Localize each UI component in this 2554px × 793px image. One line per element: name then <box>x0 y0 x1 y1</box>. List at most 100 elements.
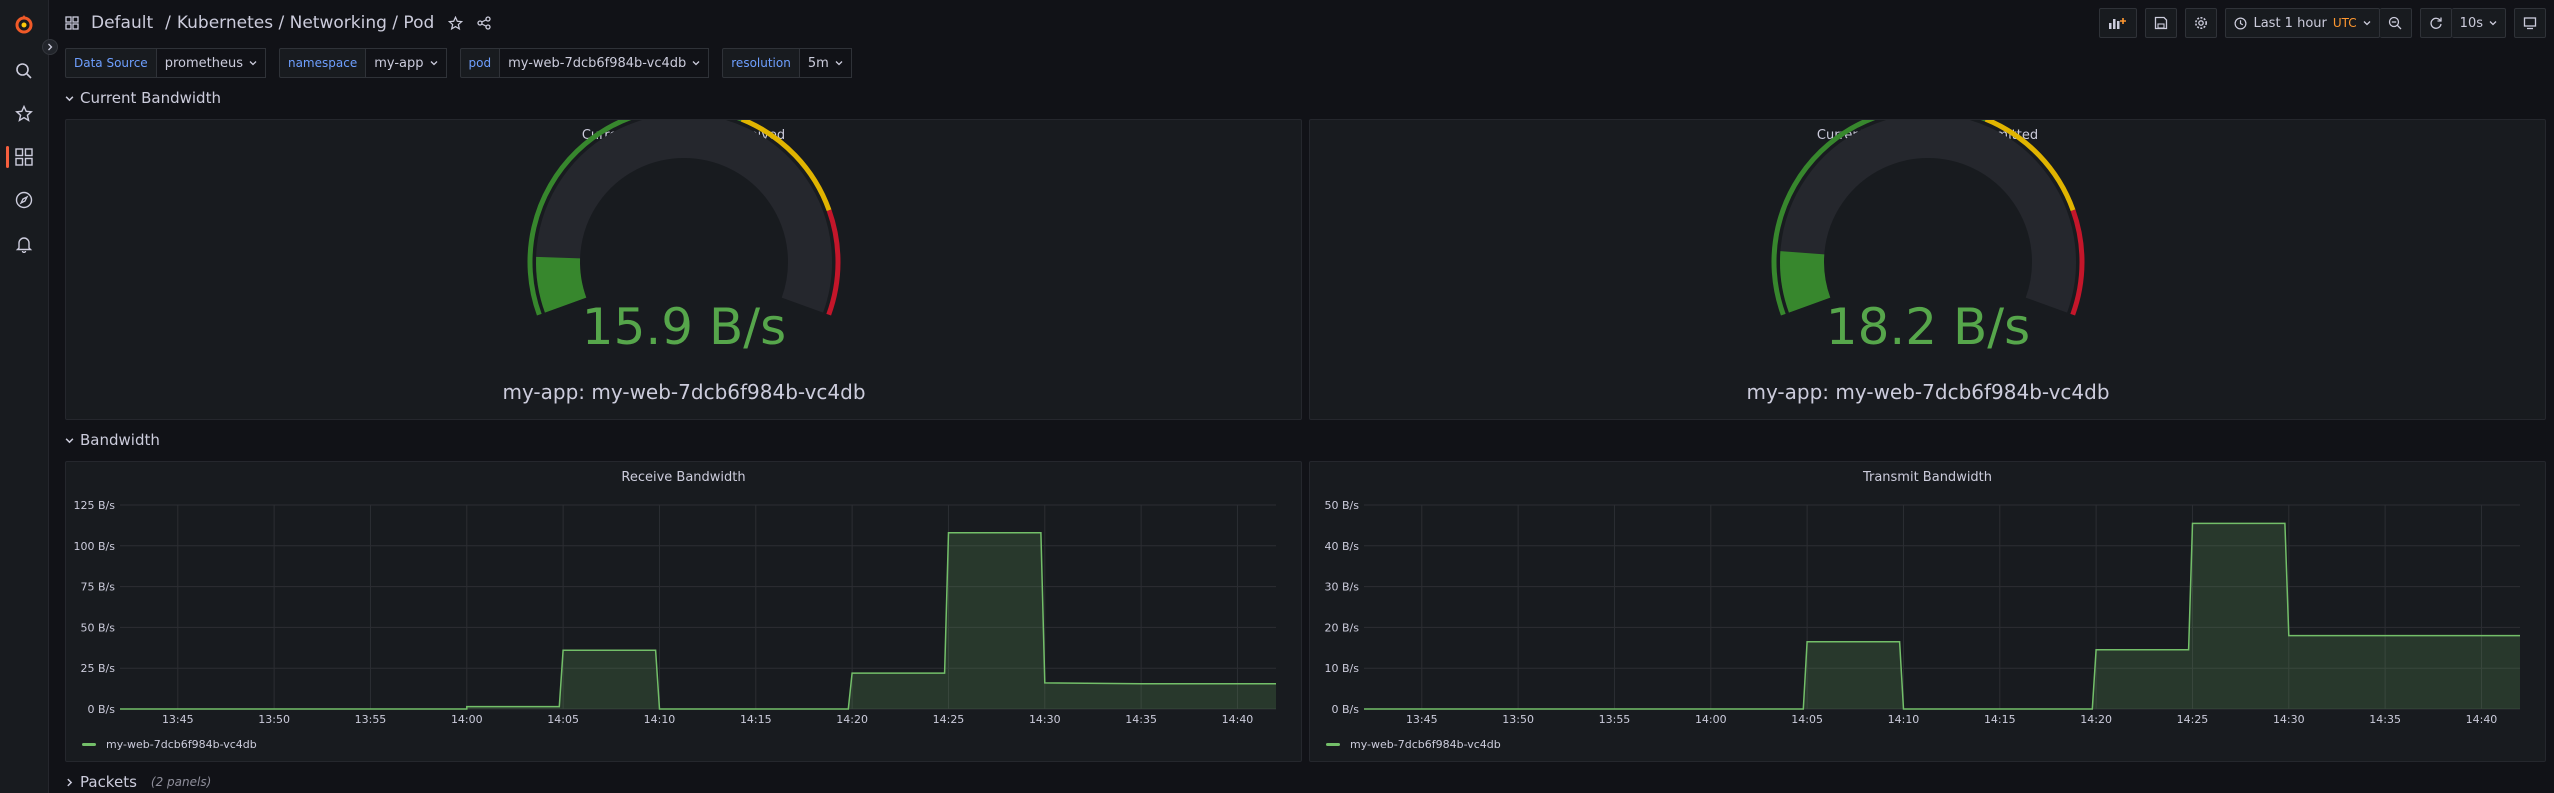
gauge-transmitted: 18.2 B/s my-app: my-web-7dcb6f984b-vc4db <box>1746 120 2110 404</box>
x-tick-label: 14:30 <box>1029 713 1061 726</box>
y-tick-label: 10 B/s <box>1325 662 1360 675</box>
chevron-down-icon <box>65 437 74 443</box>
time-picker-button[interactable]: Last 1 hour UTC <box>2225 8 2380 38</box>
y-tick-label: 20 B/s <box>1325 621 1360 634</box>
gear-icon <box>2195 17 2208 29</box>
breadcrumb: Default / Kubernetes / Networking / Pod <box>65 11 491 35</box>
gauge-value-text: 18.2 B/s <box>1826 298 2030 356</box>
gauge-value-arc <box>536 256 587 313</box>
variable-label: Data Source <box>65 48 157 78</box>
dashboard-settings-button[interactable] <box>2185 8 2218 38</box>
chevron-down-icon <box>2489 21 2497 26</box>
active-indicator <box>6 146 9 168</box>
x-tick-label: 14:20 <box>2080 713 2112 726</box>
legend-label: my-web-7dcb6f984b-vc4db <box>1350 738 1501 751</box>
variable-value: my-web-7dcb6f984b-vc4db <box>508 55 687 71</box>
row-title: Bandwidth <box>80 431 160 449</box>
row-current-bandwidth[interactable]: Current Bandwidth <box>65 89 221 107</box>
y-tick-label: 40 B/s <box>1325 540 1360 553</box>
x-tick-label: 14:25 <box>2177 713 2209 726</box>
gauge-panel-transmitted[interactable]: Current Rate of Bytes Transmitted 18.2 B… <box>1309 119 2546 420</box>
save-icon <box>2155 16 2168 30</box>
row-packets[interactable]: Packets (2 panels) <box>65 773 211 791</box>
row-title: Packets <box>80 773 137 791</box>
variable-value: prometheus <box>164 55 243 71</box>
transmit-bandwidth-chart: 0 B/s 10 B/s 20 B/s 30 B/s 40 B/s 50 B/s 13:45… <box>1325 499 2520 726</box>
x-tick-label: 13:50 <box>1502 713 1534 726</box>
x-tick-label: 14:35 <box>1125 713 1157 726</box>
search-icon[interactable] <box>12 59 36 83</box>
series-area <box>120 532 1276 709</box>
dashboards-icon[interactable] <box>12 145 36 169</box>
legend[interactable]: my-web-7dcb6f984b-vc4db <box>82 738 257 751</box>
chevron-right-icon <box>48 43 53 51</box>
x-tick-label: 14:15 <box>740 713 772 726</box>
variable-value: my-app <box>374 55 424 71</box>
alerting-bell-icon[interactable] <box>12 232 36 256</box>
gauge-series-label: my-app: my-web-7dcb6f984b-vc4db <box>502 380 865 404</box>
x-tick-label: 14:00 <box>451 713 483 726</box>
refresh-interval-picker[interactable]: 10s <box>2451 8 2506 38</box>
zoom-out-icon <box>2389 16 2402 30</box>
y-tick-label: 100 B/s <box>74 540 116 553</box>
monitor-icon <box>2523 17 2537 30</box>
variable-label: resolution <box>722 48 800 78</box>
variable-pod-select[interactable]: my-web-7dcb6f984b-vc4db <box>500 48 710 78</box>
star-icon[interactable] <box>12 102 36 126</box>
y-tick-label: 0 B/s <box>88 703 116 716</box>
x-tick-label: 13:45 <box>162 713 194 726</box>
series-area <box>1364 523 2520 709</box>
share-icon[interactable] <box>477 16 491 30</box>
breadcrumb-folder[interactable]: Default <box>91 13 153 33</box>
x-tick-label: 14:25 <box>933 713 965 726</box>
dashboard-grid-icon <box>65 16 79 30</box>
chevron-down-icon <box>430 61 437 66</box>
y-tick-label: 50 B/s <box>81 621 116 634</box>
timeseries-panel-receive[interactable]: Receive Bandwidth 0 B/s 25 B/s 50 B/s 75 B/… <box>65 461 1302 762</box>
receive-bandwidth-chart: 0 B/s 25 B/s 50 B/s 75 B/s 100 B/s 125 B/s 13:… <box>74 499 1276 726</box>
x-tick-label: 13:55 <box>355 713 387 726</box>
grafana-logo-icon[interactable] <box>12 12 36 36</box>
kiosk-mode-button[interactable] <box>2514 8 2546 38</box>
variable-value: 5m <box>807 55 829 71</box>
y-tick-label: 0 B/s <box>1332 703 1360 716</box>
x-tick-label: 14:40 <box>2466 713 2498 726</box>
x-tick-label: 14:05 <box>1791 713 1823 726</box>
y-tick-label: 30 B/s <box>1325 581 1360 594</box>
variable-namespace: namespace my-app <box>278 48 447 78</box>
chevron-down-icon <box>2363 21 2371 26</box>
dashboard-title[interactable]: Kubernetes / Networking / Pod <box>177 13 434 33</box>
gauge-series-label: my-app: my-web-7dcb6f984b-vc4db <box>1746 380 2109 404</box>
refresh-controls: 10s <box>2419 8 2506 38</box>
x-tick-label: 14:30 <box>2273 713 2305 726</box>
y-tick-label: 25 B/s <box>81 662 116 675</box>
save-dashboard-button[interactable] <box>2145 8 2178 38</box>
time-controls: Last 1 hour UTC <box>2225 8 2412 38</box>
refresh-button[interactable] <box>2419 8 2452 38</box>
sidebar-expand-toggle[interactable] <box>42 39 58 55</box>
variable-resolution-select[interactable]: 5m <box>799 48 852 78</box>
clock-icon <box>2234 17 2247 29</box>
explore-compass-icon[interactable] <box>12 188 36 212</box>
chevron-down-icon <box>835 61 843 66</box>
chevron-right-icon <box>67 778 73 786</box>
variable-datasource-select[interactable]: prometheus <box>156 48 266 78</box>
add-panel-button[interactable] <box>2099 8 2138 38</box>
y-tick-label: 125 B/s <box>74 499 116 512</box>
x-tick-label: 14:20 <box>836 713 868 726</box>
timeseries-panel-transmit[interactable]: Transmit Bandwidth 0 B/s 10 B/s 20 B/s 30 B… <box>1309 461 2546 762</box>
row-bandwidth[interactable]: Bandwidth <box>65 431 160 449</box>
chevron-down-icon <box>65 95 74 101</box>
legend[interactable]: my-web-7dcb6f984b-vc4db <box>1326 738 1501 751</box>
variable-pod: pod my-web-7dcb6f984b-vc4db <box>459 48 710 78</box>
gauge-track <box>1780 120 2076 313</box>
x-tick-label: 14:40 <box>1222 713 1254 726</box>
toolbar: Last 1 hour UTC 10s <box>2099 8 2546 38</box>
y-tick-label: 50 B/s <box>1325 499 1360 512</box>
variable-namespace-select[interactable]: my-app <box>366 48 447 78</box>
zoom-out-button[interactable] <box>2379 8 2412 38</box>
refresh-interval-label: 10s <box>2459 15 2483 31</box>
star-dashboard-icon[interactable] <box>448 15 464 31</box>
gauge-panel-received[interactable]: Current Rate of Bytes Received 15.9 B/s m… <box>65 119 1302 420</box>
series-line <box>120 531 1276 710</box>
